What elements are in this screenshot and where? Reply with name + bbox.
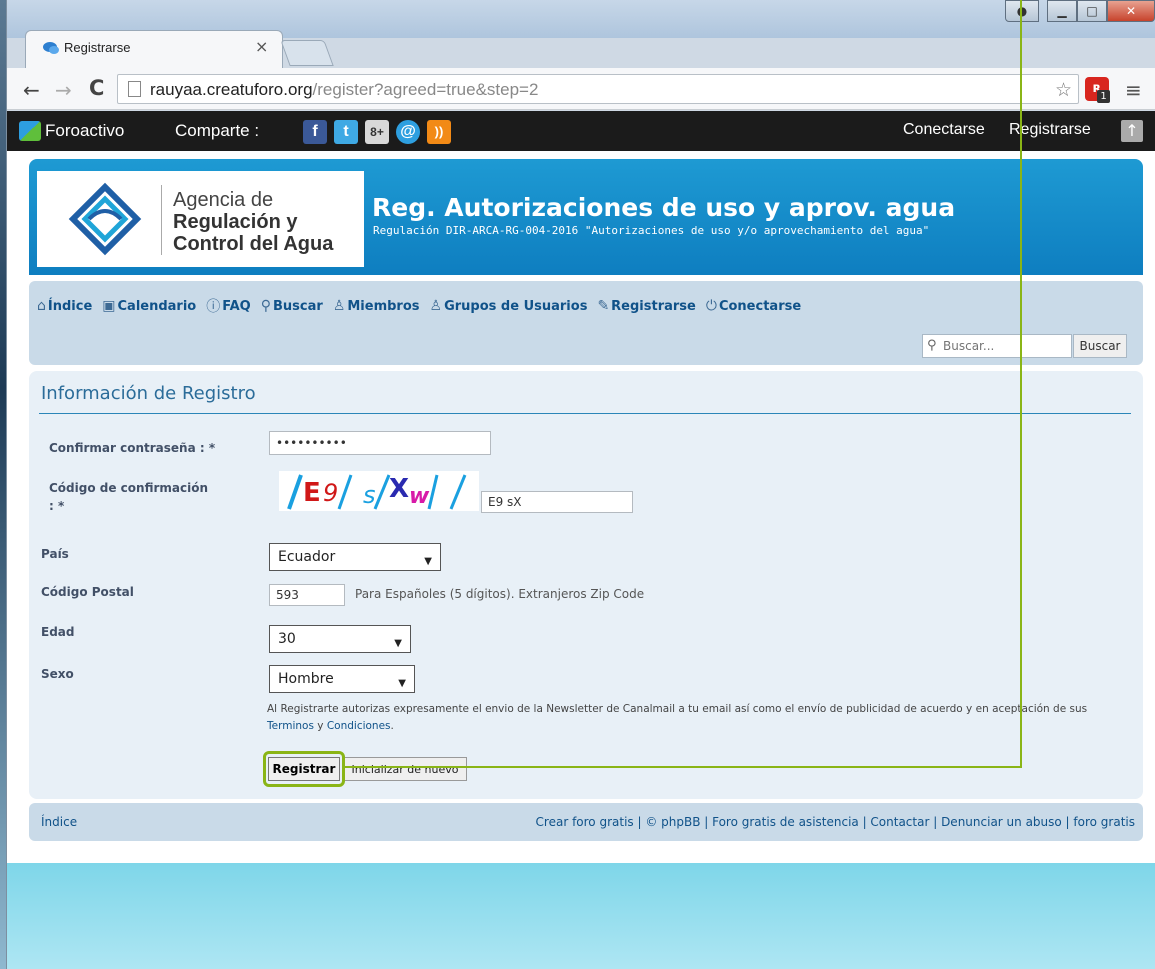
browser-window: Registrarse × ● ▁ □ ✕ ← → C rauyaa.creat… <box>6 0 1155 969</box>
nav-conectarse[interactable]: ⏻ Conectarse <box>706 296 801 316</box>
reset-button[interactable]: Inicializar de nuevo <box>343 757 467 781</box>
captcha-label: Código de confirmación <box>49 481 208 495</box>
svg-text:s: s <box>363 481 376 509</box>
confirm-password-field[interactable]: •••••••••• <box>269 431 491 455</box>
nav-grupos[interactable]: ♙ Grupos de Usuarios <box>430 296 588 316</box>
logo-text-line1: Agencia de <box>173 189 274 211</box>
faq-icon: ⓘ <box>206 299 221 315</box>
svg-text:X: X <box>389 474 409 504</box>
conectarse-link[interactable]: Conectarse <box>903 121 985 139</box>
postal-label: Código Postal <box>41 585 134 599</box>
forward-arrow-icon[interactable]: → <box>55 78 72 102</box>
nav-indice[interactable]: ⌂ Índice <box>37 296 92 316</box>
nav-registrarse[interactable]: ✎ Registrarse <box>597 296 695 316</box>
reload-icon[interactable]: C <box>89 76 104 100</box>
tab-title: Registrarse <box>64 40 131 55</box>
home-icon: ⌂ <box>37 298 46 314</box>
extension-badge: 1 <box>1097 90 1110 103</box>
facebook-icon[interactable]: f <box>303 120 327 144</box>
dropdown-arrow-icon: ▼ <box>394 638 402 649</box>
email-icon[interactable]: @ <box>396 120 420 144</box>
site-logo[interactable]: Agencia de Regulación y Control del Agua <box>37 171 364 267</box>
rss-icon[interactable]: )) <box>427 120 451 144</box>
captcha-label-suffix: : * <box>49 499 65 513</box>
foroactivo-logo-icon <box>19 121 41 141</box>
search-nav-icon: ⚲ <box>260 298 272 314</box>
maximize-icon[interactable]: □ <box>1077 0 1107 22</box>
sex-select[interactable]: Hombre ▼ <box>269 665 415 693</box>
nav-bar: ⌂ Índice ▣ Calendario ⓘ FAQ ⚲ Buscar ♙ Miembr… <box>29 281 1143 365</box>
back-arrow-icon[interactable]: ← <box>23 78 40 102</box>
minimize-icon[interactable]: ▁ <box>1047 0 1077 22</box>
dropdown-arrow-icon: ▼ <box>424 556 432 567</box>
country-label: País <box>41 547 69 561</box>
search-input[interactable] <box>943 336 1069 356</box>
page-background-bottom <box>7 863 1155 969</box>
footer-links[interactable]: Crear foro gratis | © phpBB | Foro grati… <box>536 815 1135 829</box>
panel-divider <box>39 413 1131 414</box>
nav-calendario[interactable]: ▣ Calendario <box>102 296 196 316</box>
site-title: Reg. Autorizaciones de uso y aprov. agua <box>372 193 956 222</box>
svg-text:w: w <box>409 484 430 509</box>
bookmark-star-icon[interactable]: ☆ <box>1055 79 1072 101</box>
panel-title: Información de Registro <box>41 383 256 404</box>
conditions-link[interactable]: Condiciones <box>327 720 391 732</box>
terms-link[interactable]: Terminos <box>267 720 314 732</box>
captcha-field[interactable]: E9 sX <box>481 491 633 513</box>
page-icon <box>128 81 141 97</box>
header-banner: Agencia de Regulación y Control del Agua… <box>29 159 1143 275</box>
svg-text:9: 9 <box>323 479 338 507</box>
nav-buscar[interactable]: ⚲ Buscar <box>261 296 323 316</box>
guide-line-horizontal <box>345 766 1022 768</box>
foroactivo-link[interactable]: Foroactivo <box>45 121 124 141</box>
url-text: rauyaa.creatuforo.org/register?agreed=tr… <box>150 80 539 99</box>
user-profile-icon[interactable]: ● <box>1005 0 1039 22</box>
postal-hint: Para Españoles (5 dígitos). Extranjeros … <box>355 587 645 601</box>
scroll-top-icon[interactable]: ↑ <box>1121 120 1143 142</box>
calendar-icon: ▣ <box>102 298 116 314</box>
logo-text-line2: Regulación y <box>173 211 298 233</box>
search-icon: ⚲ <box>927 338 937 353</box>
captcha-image: E 9 s X w <box>279 471 479 511</box>
site-description: Regulación DIR-ARCA-RG-004-2016 "Autoriz… <box>373 224 930 237</box>
nav-links: ⌂ Índice ▣ Calendario ⓘ FAQ ⚲ Buscar ♙ Miembr… <box>37 296 811 316</box>
nav-faq[interactable]: ⓘ FAQ <box>206 296 251 316</box>
logo-text-line3: Control del Agua <box>173 233 334 255</box>
agency-logo-icon <box>68 182 142 256</box>
foroactivo-bar: Foroactivo Comparte : f t 8+ @ )) Conect… <box>7 111 1155 151</box>
browser-toolbar: ← → C rauyaa.creatuforo.org/register?agr… <box>7 68 1155 110</box>
share-label: Comparte : <box>175 121 260 140</box>
groups-icon: ♙ <box>429 298 443 314</box>
new-tab-button[interactable] <box>280 40 334 66</box>
age-select[interactable]: 30 ▼ <box>269 625 411 653</box>
window-controls: ● ▁ □ ✕ <box>1005 0 1155 30</box>
search-button[interactable]: Buscar <box>1073 334 1127 358</box>
menu-icon[interactable]: ≡ <box>1125 78 1142 102</box>
age-label: Edad <box>41 625 75 639</box>
registration-panel: Información de Registro Confirmar contra… <box>29 371 1143 799</box>
legal-notice: Al Registrarte autorizas expresamente el… <box>267 703 1088 732</box>
forum-tab-icon <box>43 42 59 54</box>
dropdown-arrow-icon: ▼ <box>398 678 406 689</box>
footer-bar: Índice Crear foro gratis | © phpBB | For… <box>29 803 1143 841</box>
postal-field[interactable]: 593 <box>269 584 345 606</box>
guide-line-vertical <box>1020 0 1022 768</box>
confirm-password-label: Confirmar contraseña : * <box>49 441 216 455</box>
search-box: ⚲ <box>922 334 1072 358</box>
twitter-icon[interactable]: t <box>334 120 358 144</box>
google-plus-icon[interactable]: 8+ <box>365 120 389 144</box>
footer-index-link[interactable]: Índice <box>41 815 77 829</box>
members-icon: ♙ <box>332 298 346 314</box>
country-select[interactable]: Ecuador ▼ <box>269 543 441 571</box>
address-bar[interactable]: rauyaa.creatuforo.org/register?agreed=tr… <box>117 74 1079 104</box>
power-icon: ⏻ <box>705 298 717 314</box>
tab-close-icon[interactable]: × <box>255 37 268 56</box>
highlight-box <box>263 751 345 787</box>
sex-label: Sexo <box>41 667 74 681</box>
close-window-icon[interactable]: ✕ <box>1107 0 1155 22</box>
nav-miembros[interactable]: ♙ Miembros <box>333 296 420 316</box>
register-icon: ✎ <box>597 298 610 314</box>
page-content: Agencia de Regulación y Control del Agua… <box>7 151 1155 969</box>
svg-text:E: E <box>303 478 321 508</box>
